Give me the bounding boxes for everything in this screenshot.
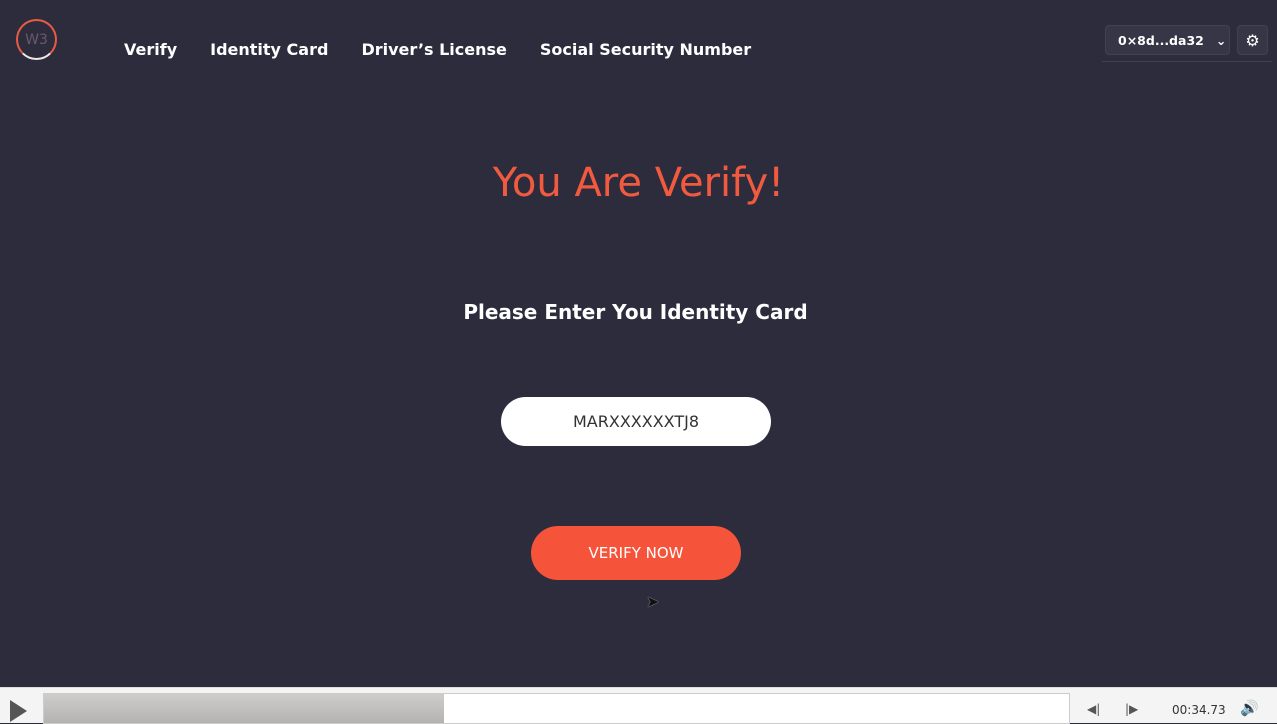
seek-progress	[44, 694, 444, 723]
nav-social-security-number[interactable]: Social Security Number	[540, 40, 751, 59]
volume-icon[interactable]: 🔊	[1240, 699, 1259, 717]
nav-identity-card[interactable]: Identity Card	[210, 40, 328, 59]
nav-verify[interactable]: Verify	[124, 40, 177, 59]
gear-icon: ⚙	[1245, 30, 1260, 50]
wallet-button[interactable]: 0×8d...da32 ⌄	[1105, 25, 1230, 55]
seek-bar[interactable]	[43, 693, 1070, 724]
wallet-address: 0×8d...da32	[1118, 32, 1204, 48]
page-title: You Are Verify!	[492, 160, 785, 206]
nav-drivers-license[interactable]: Driver’s License	[361, 40, 506, 59]
identity-card-input[interactable]	[501, 397, 771, 446]
logo-text: W3	[25, 31, 48, 48]
instruction-text: Please Enter You Identity Card	[463, 300, 808, 324]
step-forward-icon[interactable]: |▶	[1125, 702, 1138, 716]
step-back-icon[interactable]: ◀|	[1087, 702, 1100, 716]
video-player-bar: ◀| |▶ 00:34.73 🔊	[0, 687, 1277, 724]
play-icon[interactable]	[10, 700, 27, 722]
logo[interactable]: W3	[16, 19, 57, 60]
mouse-cursor-icon: ➤	[646, 592, 660, 611]
chevron-down-icon: ⌄	[1215, 32, 1227, 48]
divider	[1102, 61, 1272, 62]
main-nav: Verify Identity Card Driver’s License So…	[124, 40, 751, 59]
settings-button[interactable]: ⚙	[1237, 25, 1268, 55]
time-display: 00:34.73	[1172, 703, 1226, 717]
verify-now-button[interactable]: VERIFY NOW	[531, 526, 741, 580]
